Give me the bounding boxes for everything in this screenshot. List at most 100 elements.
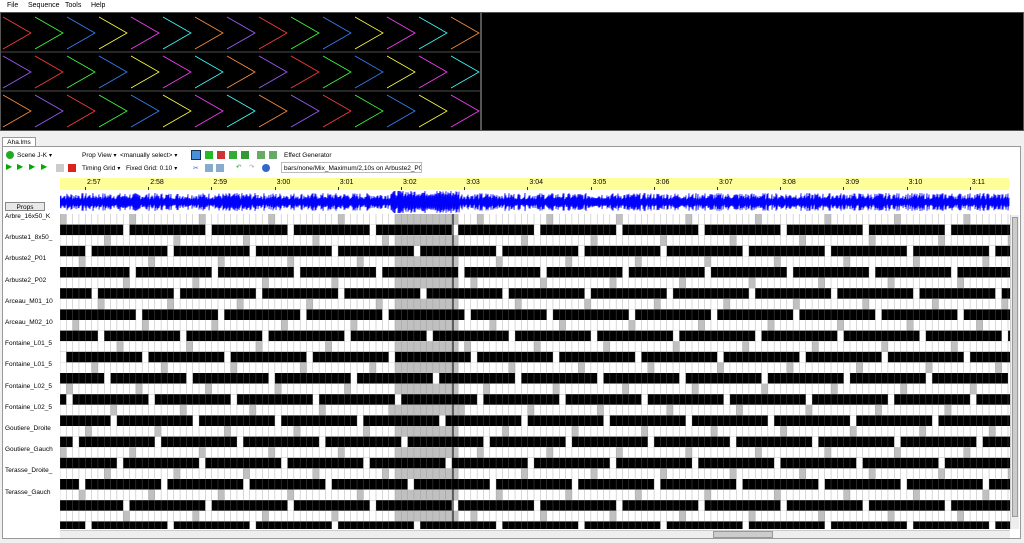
effect-cell (590, 235, 598, 246)
effect-cell (161, 362, 168, 373)
fixed-grid-select[interactable]: Fixed Grid: 0.10 (126, 165, 177, 172)
channel-name[interactable]: Goutiere_Droite (5, 425, 51, 432)
horizontal-scrollbar[interactable] (60, 530, 1010, 538)
manual-select-dropdown[interactable]: <manually select> (120, 152, 177, 159)
time-ruler[interactable]: 2:57 2:58 2:59 3:00 3:01 3:02 3:03 3:04 3:05 3:06… (60, 178, 1009, 190)
effect-cell (989, 245, 996, 257)
play-selection-icon[interactable]: ▶ (41, 162, 47, 171)
props-button[interactable]: Props (5, 202, 45, 211)
effect-cell (717, 351, 724, 363)
effect-cell (413, 341, 421, 352)
effect-grid[interactable] (60, 214, 1010, 529)
effect-cell (306, 298, 313, 310)
align-left-icon[interactable] (257, 151, 265, 159)
channel-name[interactable]: Arbre_16x50_K (5, 213, 50, 220)
effect-cell (698, 320, 705, 331)
effect-cell (173, 288, 181, 299)
menu-tools[interactable]: Tools (65, 2, 81, 9)
effect-cell (420, 235, 427, 246)
audio-waveform[interactable] (60, 191, 1010, 213)
effect-cell (843, 489, 850, 501)
timing-grid-select[interactable]: Timing Grid (82, 165, 120, 172)
effect-cell (862, 224, 869, 236)
green-box-icon[interactable] (205, 151, 213, 159)
channel-name[interactable]: Fontaine_L02_5 (5, 383, 52, 390)
menu-file[interactable]: File (7, 2, 18, 9)
channel-name[interactable]: Arbuste1_8x50_ (5, 234, 52, 241)
effect-cell (426, 426, 433, 437)
effect-cell (407, 383, 414, 395)
cut-icon[interactable]: ✂ (193, 164, 198, 172)
help-icon[interactable] (262, 164, 270, 172)
effect-cell (673, 330, 680, 342)
play-loop-icon[interactable]: ▶ (29, 162, 35, 171)
ruler-tick-mark (211, 187, 213, 190)
channel-name[interactable]: Arceau_M01_10 (5, 298, 53, 305)
effect-path-field[interactable]: bars/none/Mix_Maximum/2,10s on Arbuste2_… (281, 162, 422, 173)
channel-name[interactable]: Arbuste2_P02 (5, 277, 46, 284)
channel-name[interactable]: Goutiere_Gauch (5, 446, 53, 453)
channel-name[interactable]: Fontaine_L02_5 (5, 404, 52, 411)
effect-row-band (60, 235, 1010, 246)
play-icon[interactable]: ▶ (6, 162, 12, 171)
menu-help[interactable]: Help (91, 2, 105, 9)
effect-cell (97, 330, 105, 342)
red-box-icon[interactable] (217, 151, 225, 159)
channel-name[interactable]: Arceau_M02_10 (5, 319, 53, 326)
select-tool-icon[interactable] (191, 150, 201, 160)
effect-cell (704, 256, 711, 267)
vertical-scrollbar[interactable] (1010, 215, 1019, 529)
effect-cell (944, 404, 952, 416)
effect-cell (729, 436, 737, 448)
effect-cell (357, 415, 364, 426)
effect-cell (312, 235, 320, 246)
effect-cell (635, 351, 642, 363)
vertical-scroll-thumb[interactable] (1012, 217, 1018, 517)
effect-cell (660, 245, 667, 257)
redo-icon[interactable]: ↷ (249, 163, 254, 171)
effect-generator-button[interactable]: Effect Generator (284, 152, 332, 159)
effect-cell (186, 373, 193, 384)
effect-cell (268, 447, 275, 458)
align-right-icon[interactable] (269, 151, 277, 159)
effect-cell (843, 256, 850, 267)
effect-cell (887, 277, 895, 289)
effect-cell (976, 320, 983, 331)
effect-cell (609, 510, 617, 522)
pause-icon[interactable] (56, 164, 64, 172)
prop-view-select[interactable]: Prop View (82, 152, 117, 159)
effect-cell (515, 298, 522, 310)
effect-cell (401, 298, 408, 310)
copy-icon[interactable] (205, 164, 213, 172)
ruler-tick-mark (464, 187, 466, 190)
chart-up-icon[interactable] (229, 151, 237, 159)
channel-name[interactable]: Fontaine_L01_5 (5, 361, 52, 368)
effect-cell (786, 362, 794, 373)
paste-icon[interactable] (216, 164, 224, 172)
effect-cell (407, 214, 414, 225)
channel-name[interactable]: Terasse_Gauch (5, 489, 51, 496)
scene-select[interactable]: Scene J-K (17, 152, 52, 159)
layout-preview[interactable] (0, 12, 481, 131)
rendered-preview[interactable] (481, 12, 1024, 131)
effect-cell (407, 320, 414, 331)
effect-cell (496, 521, 503, 529)
chart-down-icon[interactable] (241, 151, 249, 159)
effect-cell (717, 362, 724, 373)
effect-cell (552, 383, 560, 395)
play-range-icon[interactable]: ▶ (17, 162, 23, 171)
effect-cell (729, 235, 737, 246)
effect-cell (142, 351, 149, 363)
horizontal-scroll-thumb[interactable] (713, 531, 773, 538)
stop-icon[interactable] (68, 164, 76, 172)
effect-cell (913, 489, 920, 501)
channel-name[interactable]: Fontaine_L01_5 (5, 340, 52, 347)
effect-cell (407, 510, 414, 522)
menu-sequence[interactable]: Sequence (28, 2, 60, 9)
preview-prop-shape (2, 16, 32, 50)
undo-icon[interactable]: ↶ (236, 163, 241, 171)
channel-name[interactable]: Arbuste2_P01 (5, 255, 46, 262)
channel-name[interactable]: Terasse_Droite_ (5, 467, 52, 474)
effect-cell (413, 235, 421, 246)
effect-cell (180, 330, 187, 342)
